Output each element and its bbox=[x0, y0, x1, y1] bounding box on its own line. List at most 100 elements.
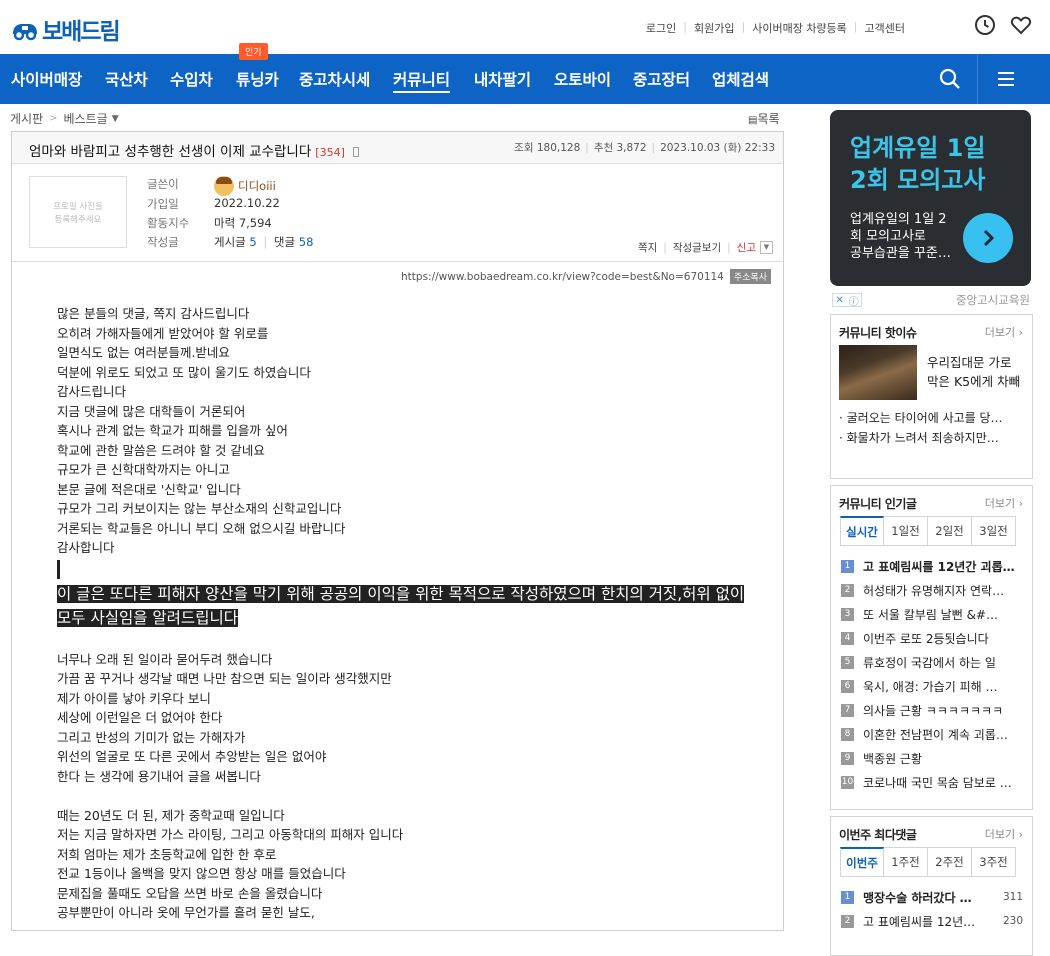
ad-arrow-icon[interactable] bbox=[963, 213, 1013, 263]
message-button[interactable]: 쪽지 bbox=[638, 240, 657, 255]
weekly-post-title[interactable]: 맹장수술 하러갔다 … bbox=[863, 889, 998, 906]
search-icon[interactable] bbox=[922, 54, 978, 104]
popular-post-title[interactable]: 이혼한 전남편이 계속 괴롭… bbox=[863, 726, 1018, 743]
body-line: 많은 분들의 댓글, 쪽지 감사드립니다 bbox=[57, 306, 250, 321]
popular-row[interactable]: 8 이혼한 전남편이 계속 괴롭… bbox=[841, 722, 1023, 746]
board-posts-count[interactable]: 5 bbox=[249, 235, 256, 249]
writer-value[interactable]: 디디oiii bbox=[214, 176, 276, 196]
writer-nickname[interactable]: 디디oiii bbox=[238, 178, 276, 194]
posts-label: 작성글 bbox=[147, 235, 179, 249]
weekly-row[interactable]: 1 맹장수술 하러갔다 … 311 bbox=[841, 885, 1023, 909]
tab-3-week[interactable]: 3주전 bbox=[972, 847, 1016, 877]
heart-icon[interactable] bbox=[1010, 14, 1032, 36]
hot-issue-more[interactable]: 더보기 › bbox=[985, 324, 1023, 340]
clock-icon[interactable] bbox=[974, 14, 996, 36]
ad-advertiser[interactable]: 중앙고시교육원 bbox=[956, 292, 1030, 308]
post-container: 엄마와 바람피고 성추행한 선생이 이제 교수랍니다 [354] 조회 180,1… bbox=[11, 131, 784, 931]
report-button[interactable]: 신고 bbox=[737, 240, 756, 255]
body-line: 위선의 얼굴로 또 다른 곳에서 추앙받는 일은 없어야 bbox=[57, 749, 327, 764]
breadcrumb-board[interactable]: 게시판 bbox=[10, 110, 43, 127]
hot-issue-feature[interactable]: 우리집대문 가로 막은 K5에게 차빼 bbox=[831, 345, 1032, 400]
nav-community[interactable]: 커뮤니티 bbox=[393, 68, 451, 93]
tab-realtime[interactable]: 실시간 bbox=[840, 516, 884, 546]
ad-banner[interactable]: 업계유일 1일 2회 모의고사 업계유일의 1일 2 회 모의고사로 공부습관을… bbox=[830, 110, 1031, 286]
view-posts-button[interactable]: 작성글보기 bbox=[673, 240, 721, 255]
nav-used-market[interactable]: 중고장터 bbox=[633, 68, 690, 90]
post-title-bar: 엄마와 바람피고 성추행한 선생이 이제 교수랍니다 [354] 조회 180,1… bbox=[12, 132, 783, 164]
popular-row[interactable]: 9 백종원 근황 bbox=[841, 746, 1023, 770]
ad-subtitle: 업계유일의 1일 2 회 모의고사로 공부습관을 꾸준… bbox=[850, 211, 960, 262]
popular-post-title[interactable]: 의사들 근황 ㅋㅋㅋㅋㅋㅋㅋ bbox=[863, 702, 1018, 719]
nav-business-search[interactable]: 업체검색 bbox=[712, 68, 769, 90]
nav-domestic-car[interactable]: 국산차 bbox=[105, 68, 148, 90]
cyber-store-register-link[interactable]: 사이버매장 차량등록 bbox=[752, 20, 847, 36]
popular-row[interactable]: 3 또 서울 칼부림 날뻔 &#… bbox=[841, 602, 1023, 626]
tab-2-day[interactable]: 2일전 bbox=[928, 516, 972, 546]
top-links: 로그인 | 회원가입 | 사이버매장 차량등록 | 고객센터 bbox=[646, 20, 905, 36]
copy-url-button[interactable]: 주소복사 bbox=[729, 269, 771, 284]
list-item[interactable]: · 화물차가 느려서 죄송하지만… bbox=[839, 428, 1024, 448]
site-logo[interactable]: 보배드림 bbox=[10, 12, 121, 46]
weekly-more[interactable]: 더보기 › bbox=[985, 826, 1023, 842]
popular-row[interactable]: 10 코로나때 국민 목숨 담보로 … bbox=[841, 770, 1023, 794]
ad-title: 업계유일 1일 2회 모의고사 bbox=[850, 132, 985, 196]
highlight-wrap: 이 글은 또다른 피해자 양산을 막기 위해 공공의 이익을 위한 목적으로 작… bbox=[57, 582, 747, 630]
nav-sell-my-car[interactable]: 내차팔기 bbox=[474, 68, 531, 90]
ad-choices-icon[interactable]: ✕ ⓘ bbox=[832, 293, 862, 308]
popular-post-title[interactable]: 허성태가 유명해지자 연락… bbox=[863, 582, 1018, 599]
popular-post-title[interactable]: 백종원 근황 bbox=[863, 750, 1018, 767]
highlighted-notice: 이 글은 또다른 피해자 양산을 막기 위해 공공의 이익을 위한 목적으로 작… bbox=[57, 584, 745, 627]
popular-post-title[interactable]: 코로나때 국민 목숨 담보로 … bbox=[863, 774, 1018, 791]
nav-used-car-price[interactable]: 중고차시세 bbox=[299, 68, 370, 90]
list-label: 목록 bbox=[757, 112, 780, 126]
views-count: 180,128 bbox=[536, 142, 581, 154]
popular-row[interactable]: 4 이번주 로또 2등됫습니다 bbox=[841, 626, 1023, 650]
popular-row[interactable]: 6 욱시, 애경: 가습기 피해 … bbox=[841, 674, 1023, 698]
popular-post-title[interactable]: 류호정이 국감에서 하는 일 bbox=[863, 654, 1018, 671]
popular-post-title[interactable]: 욱시, 애경: 가습기 피해 … bbox=[863, 678, 1018, 695]
weekly-title: 이번주 최다댓글 bbox=[839, 828, 917, 842]
writer-row: 글쓴이 디디oiii bbox=[147, 176, 276, 196]
body-line: 감사합니다 bbox=[57, 540, 115, 555]
login-link[interactable]: 로그인 bbox=[646, 20, 676, 36]
rank-number: 7 bbox=[841, 703, 854, 717]
tab-2-week[interactable]: 2주전 bbox=[928, 847, 972, 877]
rank-number: 3 bbox=[841, 607, 854, 621]
dropdown-arrow-icon[interactable]: ▼ bbox=[112, 114, 119, 124]
popular-post-title[interactable]: 고 표예림씨를 12년간 괴롭… bbox=[863, 558, 1018, 575]
tab-1-day[interactable]: 1일전 bbox=[884, 516, 928, 546]
weekly-post-title[interactable]: 고 표예림씨를 12년… bbox=[863, 913, 998, 930]
hot-issue-caption: 우리집대문 가로 막은 K5에게 차빼 bbox=[927, 353, 1024, 400]
body-paragraph-1: 많은 분들의 댓글, 쪽지 감사드립니다 오히려 가해자들에게 받았어야 할 위로… bbox=[57, 304, 747, 558]
writer-label: 글쓴이 bbox=[147, 177, 179, 191]
replies-count[interactable]: 58 bbox=[299, 235, 314, 249]
popular-row[interactable]: 5 류호정이 국감에서 하는 일 bbox=[841, 650, 1023, 674]
signup-link[interactable]: 회원가입 bbox=[694, 20, 734, 36]
tab-3-day[interactable]: 3일전 bbox=[972, 516, 1016, 546]
nav-imported-car[interactable]: 수입차 bbox=[170, 68, 213, 90]
popular-more[interactable]: 더보기 › bbox=[985, 495, 1023, 511]
rank-number: 9 bbox=[841, 751, 854, 765]
list-button[interactable]: ▤목록 bbox=[748, 110, 780, 127]
nav-motorcycle[interactable]: 오토바이 bbox=[554, 68, 611, 90]
popular-row[interactable]: 2 허성태가 유명해지자 연락… bbox=[841, 578, 1023, 602]
url-row: https://www.bobaedream.co.kr/view?code=b… bbox=[401, 269, 771, 284]
breadcrumb-best[interactable]: 베스트글 bbox=[64, 110, 108, 127]
tab-1-week[interactable]: 1주전 bbox=[884, 847, 928, 877]
weekly-row[interactable]: 2 고 표예림씨를 12년… 230 bbox=[841, 909, 1023, 933]
popular-row[interactable]: 7 의사들 근황 ㅋㅋㅋㅋㅋㅋㅋ bbox=[841, 698, 1023, 722]
nav-cyber-store[interactable]: 사이버매장 bbox=[11, 68, 82, 90]
tab-this-week[interactable]: 이번주 bbox=[840, 847, 884, 877]
popular-post-title[interactable]: 또 서울 칼부림 날뻔 &#… bbox=[863, 606, 1018, 623]
list-item[interactable]: · 굴러오는 타이어에 사고를 당… bbox=[839, 408, 1024, 428]
more-options-icon[interactable]: ▼ bbox=[760, 241, 773, 254]
customer-center-link[interactable]: 고객센터 bbox=[865, 20, 905, 36]
popular-row[interactable]: 1 고 표예림씨를 12년간 괴롭… bbox=[841, 554, 1023, 578]
popular-post-title[interactable]: 이번주 로또 2등됫습니다 bbox=[863, 630, 1018, 647]
menu-icon[interactable] bbox=[978, 54, 1034, 104]
weekly-comments-box: 이번주 최다댓글 더보기 › 이번주 1주전 2주전 3주전 1 맹장수술 하러갔… bbox=[830, 816, 1033, 956]
comment-count[interactable]: [354] bbox=[315, 146, 345, 159]
ad-sub-line: 회 모의고사로 bbox=[850, 229, 926, 244]
nav-tuning-car[interactable]: 튜닝카 bbox=[236, 68, 279, 90]
activity-value: 마력 7,594 bbox=[214, 216, 272, 230]
